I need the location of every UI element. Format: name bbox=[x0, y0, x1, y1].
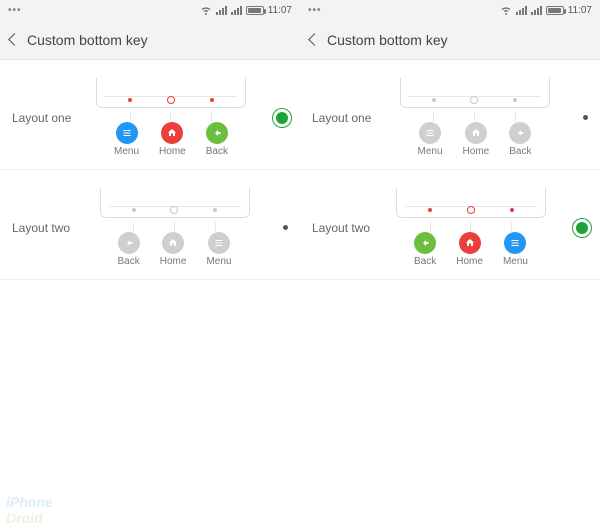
key-home: Home bbox=[160, 232, 187, 267]
key-home: Home bbox=[159, 122, 186, 157]
phone-frame-icon bbox=[396, 188, 546, 218]
status-bar: ••• 11:07 bbox=[0, 0, 300, 20]
signal-icon bbox=[216, 6, 227, 15]
status-bar: ••• 11:07 bbox=[300, 0, 600, 20]
back-icon[interactable] bbox=[8, 33, 21, 46]
home-icon bbox=[465, 122, 487, 144]
back-icon[interactable] bbox=[308, 33, 321, 46]
phone-frame-icon bbox=[96, 78, 246, 108]
key-menu: Menu bbox=[114, 122, 139, 157]
options-list: Layout one Menu Home bbox=[0, 60, 300, 532]
signal-icon-2 bbox=[531, 6, 542, 15]
page-title: Custom bottom key bbox=[327, 32, 448, 48]
key-home: Home bbox=[463, 122, 490, 157]
key-back: Back bbox=[414, 232, 436, 267]
radio-unselected-icon[interactable] bbox=[283, 225, 288, 230]
option-layout-two[interactable]: Layout two Back Home bbox=[300, 170, 600, 280]
options-list: Layout one Menu Home bbox=[300, 60, 600, 532]
screen-left: ••• 11:07 Custom bottom key Layout one bbox=[0, 0, 300, 532]
menu-icon bbox=[116, 122, 138, 144]
layout-preview: Menu Home Back bbox=[374, 78, 575, 157]
more-icon: ••• bbox=[308, 5, 322, 16]
page-title: Custom bottom key bbox=[27, 32, 148, 48]
option-layout-one[interactable]: Layout one Menu Home bbox=[0, 60, 300, 170]
radio-selected-icon[interactable] bbox=[576, 222, 588, 234]
layout-preview: Back Home Menu bbox=[374, 188, 568, 267]
back-arrow-icon bbox=[414, 232, 436, 254]
signal-icon-2 bbox=[231, 6, 242, 15]
back-arrow-icon bbox=[118, 232, 140, 254]
layout-preview: Menu Home Back bbox=[74, 78, 268, 157]
clock: 11:07 bbox=[268, 5, 292, 16]
home-icon bbox=[161, 122, 183, 144]
radio-unselected-icon[interactable] bbox=[583, 115, 588, 120]
option-label: Layout one bbox=[12, 111, 74, 125]
home-icon bbox=[459, 232, 481, 254]
more-icon: ••• bbox=[8, 5, 22, 16]
back-arrow-icon bbox=[206, 122, 228, 144]
key-menu: Menu bbox=[418, 122, 443, 157]
radio-selected-icon[interactable] bbox=[276, 112, 288, 124]
screen-right: ••• 11:07 Custom bottom key Layout one bbox=[300, 0, 600, 532]
wifi-icon bbox=[200, 4, 212, 16]
phone-frame-icon bbox=[100, 188, 250, 218]
key-menu: Menu bbox=[206, 232, 231, 267]
option-label: Layout two bbox=[12, 221, 74, 235]
battery-icon bbox=[546, 6, 564, 15]
option-label: Layout two bbox=[312, 221, 374, 235]
layout-preview: Back Home Menu bbox=[74, 188, 275, 267]
page-header: Custom bottom key bbox=[0, 20, 300, 60]
battery-icon bbox=[246, 6, 264, 15]
key-menu: Menu bbox=[503, 232, 528, 267]
menu-icon bbox=[419, 122, 441, 144]
wifi-icon bbox=[500, 4, 512, 16]
option-layout-one[interactable]: Layout one Menu Home bbox=[300, 60, 600, 170]
option-layout-two[interactable]: Layout two Back Home bbox=[0, 170, 300, 280]
back-arrow-icon bbox=[509, 122, 531, 144]
signal-icon bbox=[516, 6, 527, 15]
key-back: Back bbox=[118, 232, 140, 267]
phone-frame-icon bbox=[400, 78, 550, 108]
key-home: Home bbox=[456, 232, 483, 267]
page-header: Custom bottom key bbox=[300, 20, 600, 60]
option-label: Layout one bbox=[312, 111, 374, 125]
clock: 11:07 bbox=[568, 5, 592, 16]
home-icon bbox=[162, 232, 184, 254]
menu-icon bbox=[504, 232, 526, 254]
key-back: Back bbox=[509, 122, 531, 157]
menu-icon bbox=[208, 232, 230, 254]
key-back: Back bbox=[206, 122, 228, 157]
